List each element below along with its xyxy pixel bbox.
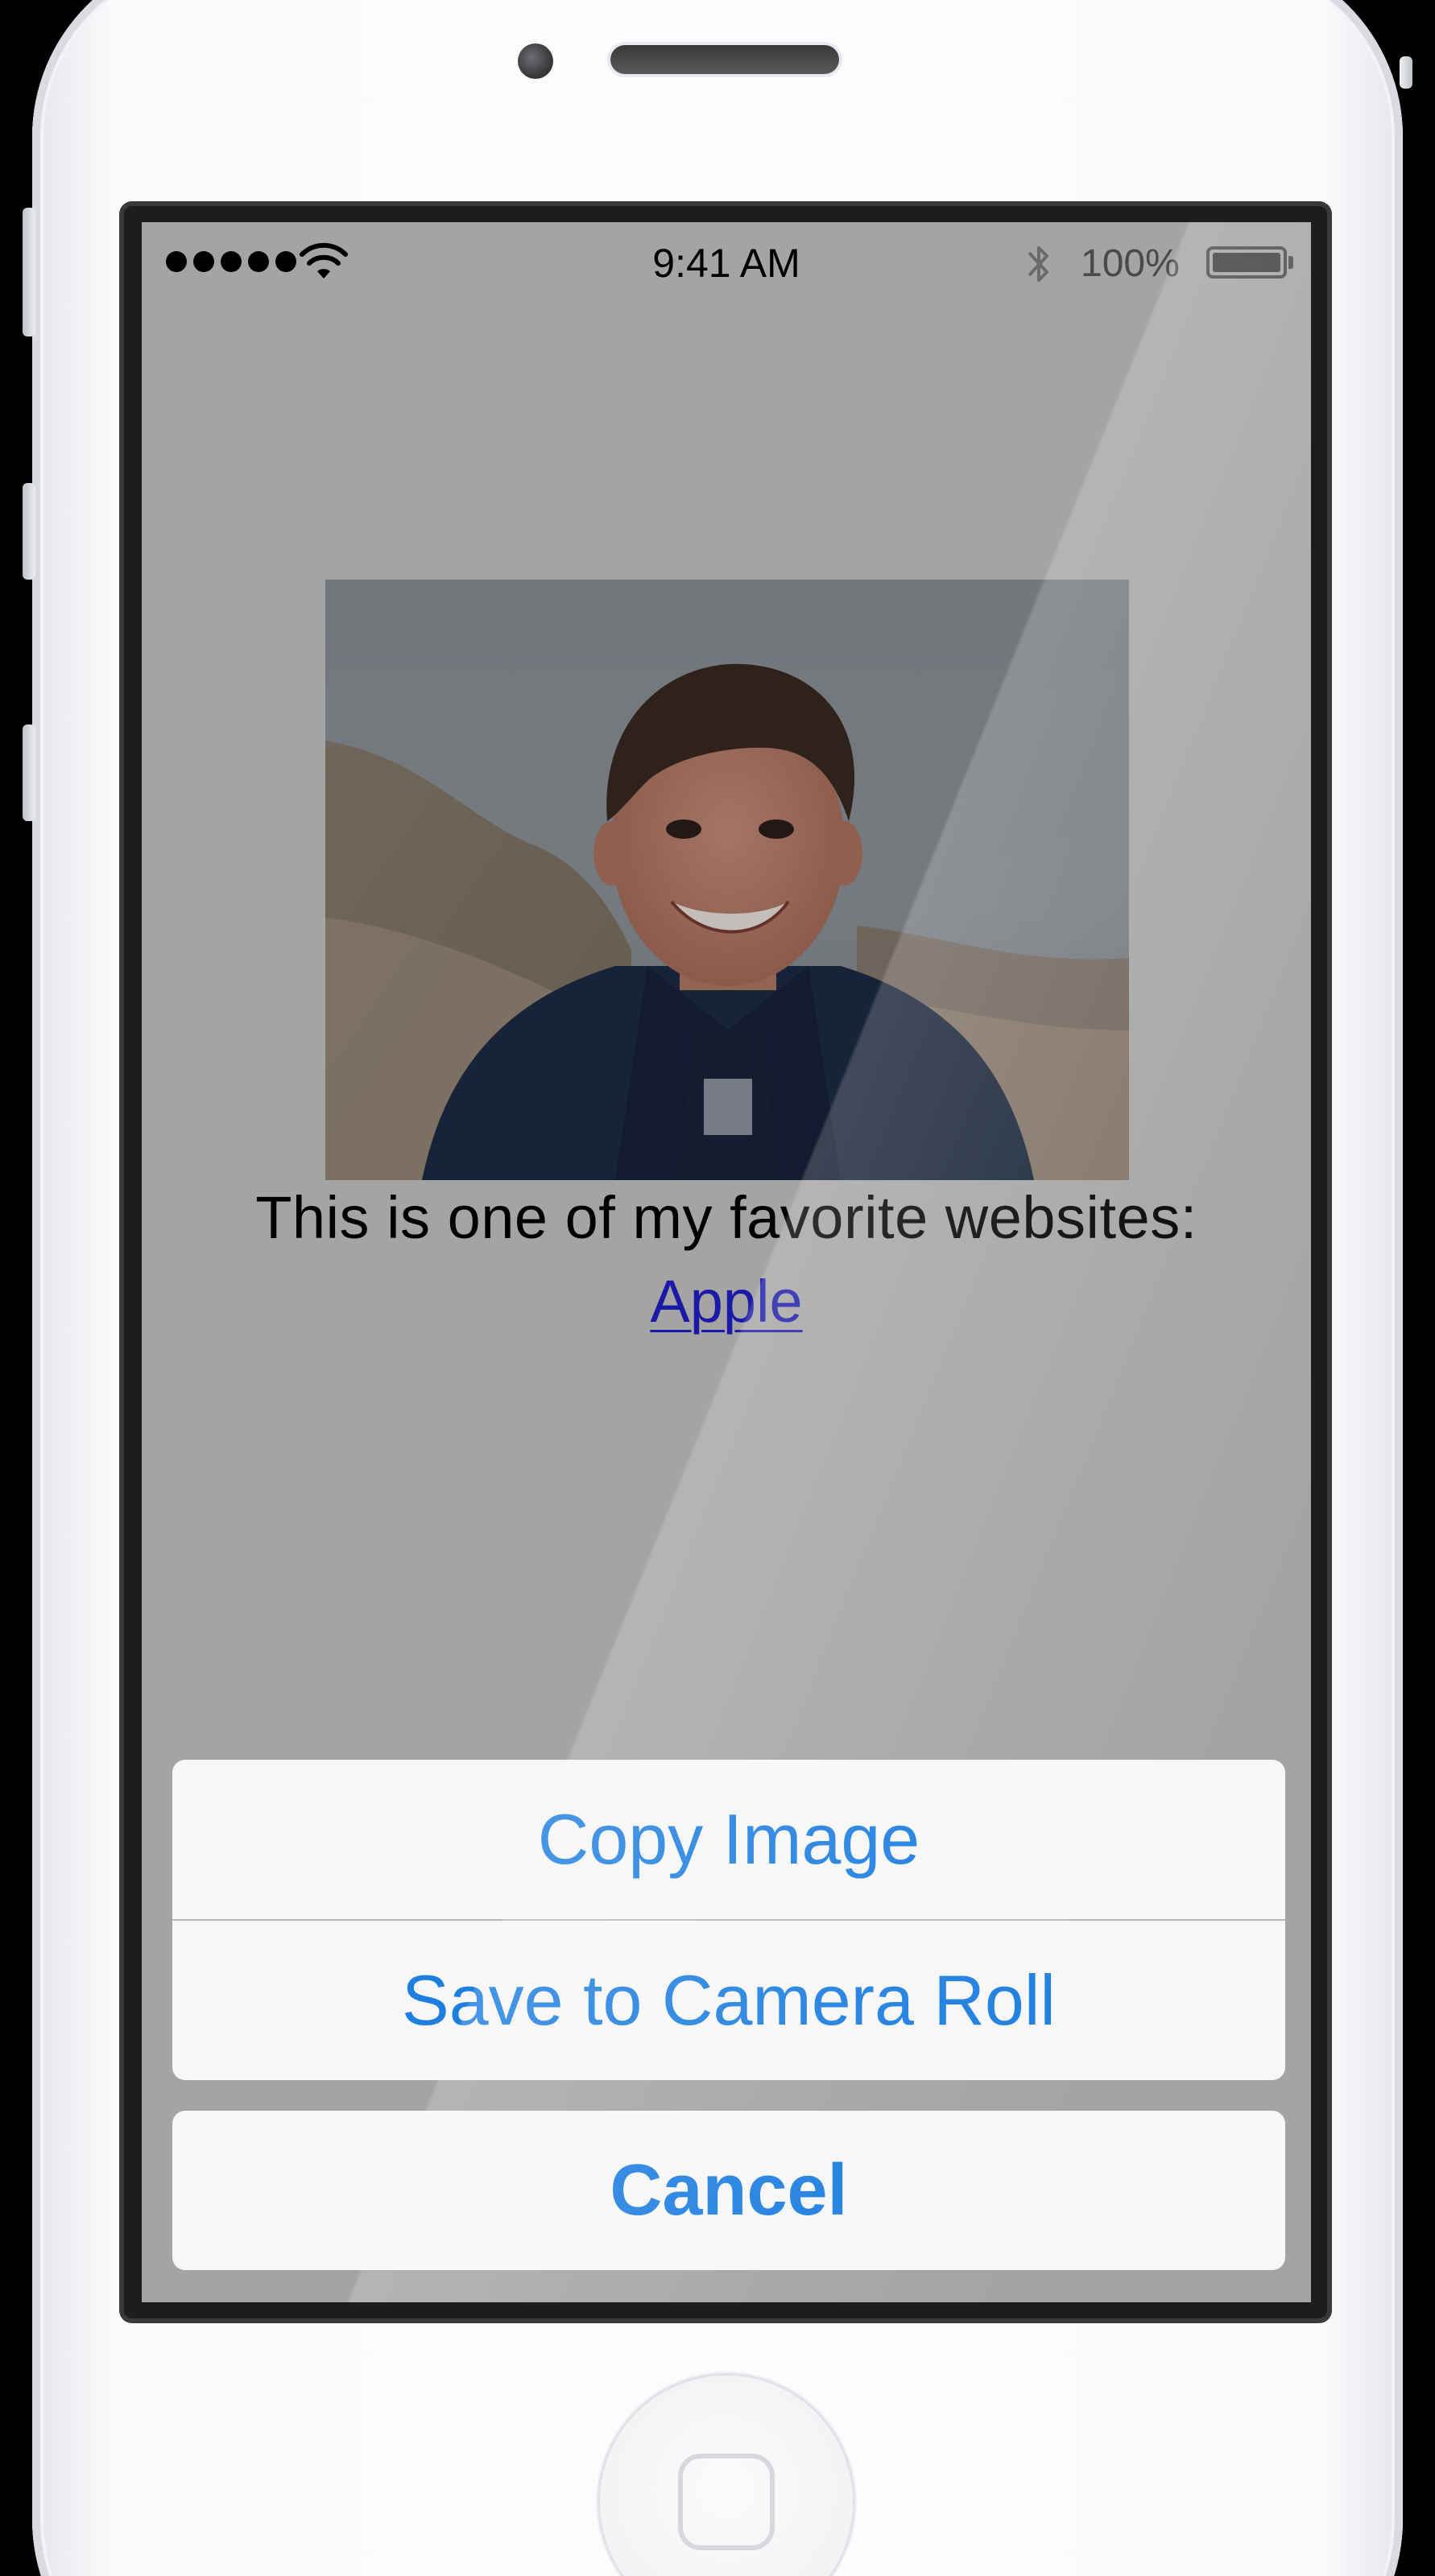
caption-text: This is one of my favorite websites: [255,1184,1197,1251]
battery-percentage: 100% [1081,242,1180,285]
copy-image-button[interactable]: Copy Image [172,1760,1285,1919]
mute-switch [23,208,35,336]
bluetooth-icon [1028,246,1048,282]
earpiece-speaker [610,45,839,74]
front-camera [518,43,553,79]
save-to-camera-roll-button[interactable]: Save to Camera Roll [172,1921,1285,2080]
battery-icon [1206,246,1287,279]
battery-tip [1288,256,1293,269]
volume-down-button [23,724,35,821]
apple-link-container: Apple [142,1267,1311,1335]
sleep-button [1400,56,1412,89]
profile-photo[interactable] [325,580,1129,1180]
apple-link[interactable]: Apple [650,1268,802,1335]
action-sheet: Copy Image Save to Camera Roll [172,1760,1285,2080]
home-square-icon [678,2454,775,2550]
device-stage: 9:41 AM 100% This is one of my favorite … [0,0,1435,2576]
screen: 9:41 AM 100% This is one of my favorite … [142,222,1311,2302]
volume-up-button [23,483,35,580]
status-bar: 9:41 AM 100% [142,222,1311,298]
cancel-button[interactable]: Cancel [172,2111,1285,2270]
